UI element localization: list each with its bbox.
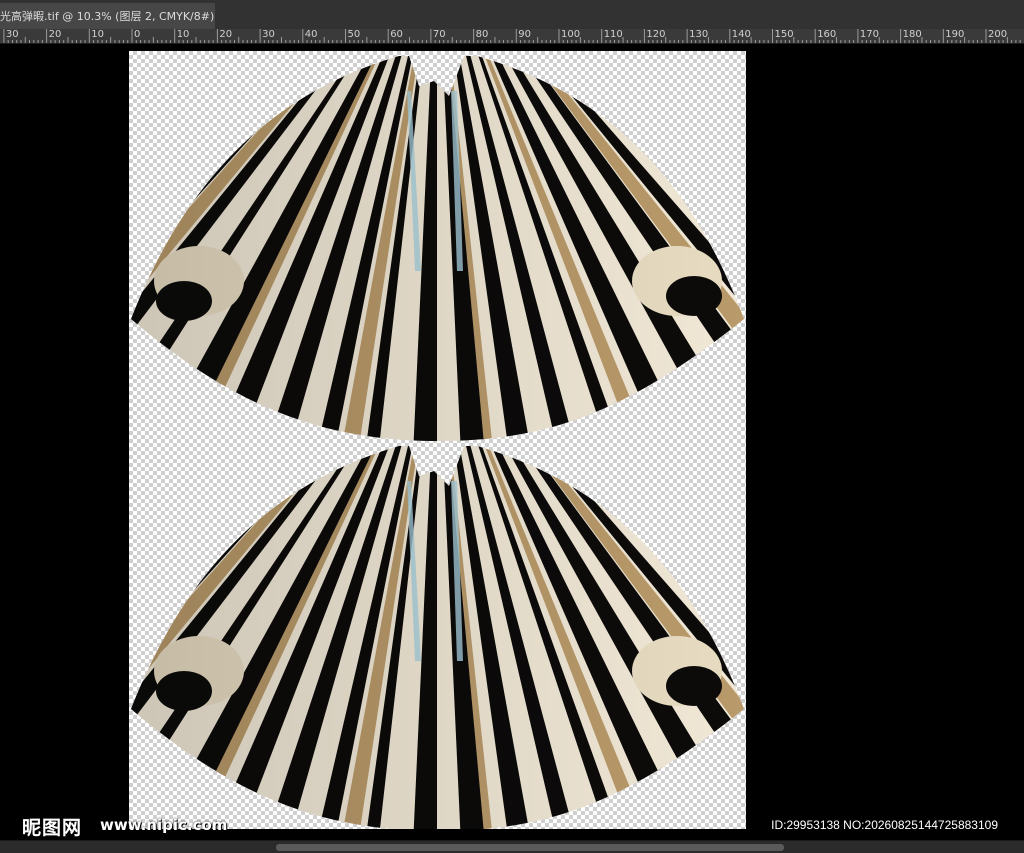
watermark-id: ID:29953138 NO:20260825144725883109 xyxy=(771,818,998,832)
ruler-label: 30 xyxy=(5,29,19,40)
ruler-label: 60 xyxy=(390,29,403,40)
ruler-label: 20 xyxy=(219,29,233,40)
ruler-label: 200 xyxy=(988,29,1008,40)
ruler-label: 190 xyxy=(945,29,965,40)
fan-shade xyxy=(131,56,744,441)
watermark-site: www.nipic.com xyxy=(100,816,228,834)
ruler-label: 170 xyxy=(859,29,879,40)
ruler-label: 50 xyxy=(347,29,361,40)
watermark-logo: 昵图网 xyxy=(22,817,83,839)
ruler-label: 100 xyxy=(561,29,581,40)
scrollbar-thumb[interactable] xyxy=(276,844,784,851)
horizontal-scrollbar[interactable] xyxy=(0,840,1024,853)
ruler-label: 110 xyxy=(603,29,623,40)
document-tab-bar: 光高弹暇.tif @ 10.3% (图层 2, CMYK/8#) * × xyxy=(0,0,1024,30)
ruler-label: 140 xyxy=(731,29,751,40)
ruler-label: 0 xyxy=(134,29,141,40)
ruler-label: 40 xyxy=(304,29,318,40)
horizontal-ruler[interactable]: 30 20 10 0 10 20 30 40 50 60 70 80 90 100 110 120 130 140… xyxy=(0,29,1024,44)
ruler-label: 70 xyxy=(432,29,446,40)
ruler-label: 160 xyxy=(817,29,837,40)
skirt-panel-top xyxy=(131,56,744,441)
ruler-label: 20 xyxy=(48,29,62,40)
ruler-label: 130 xyxy=(689,29,709,40)
fan-shade xyxy=(131,446,744,829)
document-canvas[interactable] xyxy=(129,51,746,829)
ruler-label: 120 xyxy=(646,29,666,40)
canvas-workspace[interactable] xyxy=(0,44,1024,840)
zebra-skirt-artwork xyxy=(131,56,744,829)
photoshop-window: 光高弹暇.tif @ 10.3% (图层 2, CMYK/8#) * × 30 2… xyxy=(0,0,1024,853)
ruler-label: 10 xyxy=(176,29,190,40)
document-tab-title: 光高弹暇.tif @ 10.3% (图层 2, CMYK/8#) * xyxy=(0,10,215,23)
ruler-label: 150 xyxy=(774,29,794,40)
ruler-label: 90 xyxy=(518,29,532,40)
ruler-label: 30 xyxy=(262,29,275,40)
ruler-label: 180 xyxy=(902,29,922,40)
ruler-label: 80 xyxy=(475,29,489,40)
document-tab[interactable]: 光高弹暇.tif @ 10.3% (图层 2, CMYK/8#) * × xyxy=(0,3,215,29)
ruler-label: 10 xyxy=(91,29,105,40)
